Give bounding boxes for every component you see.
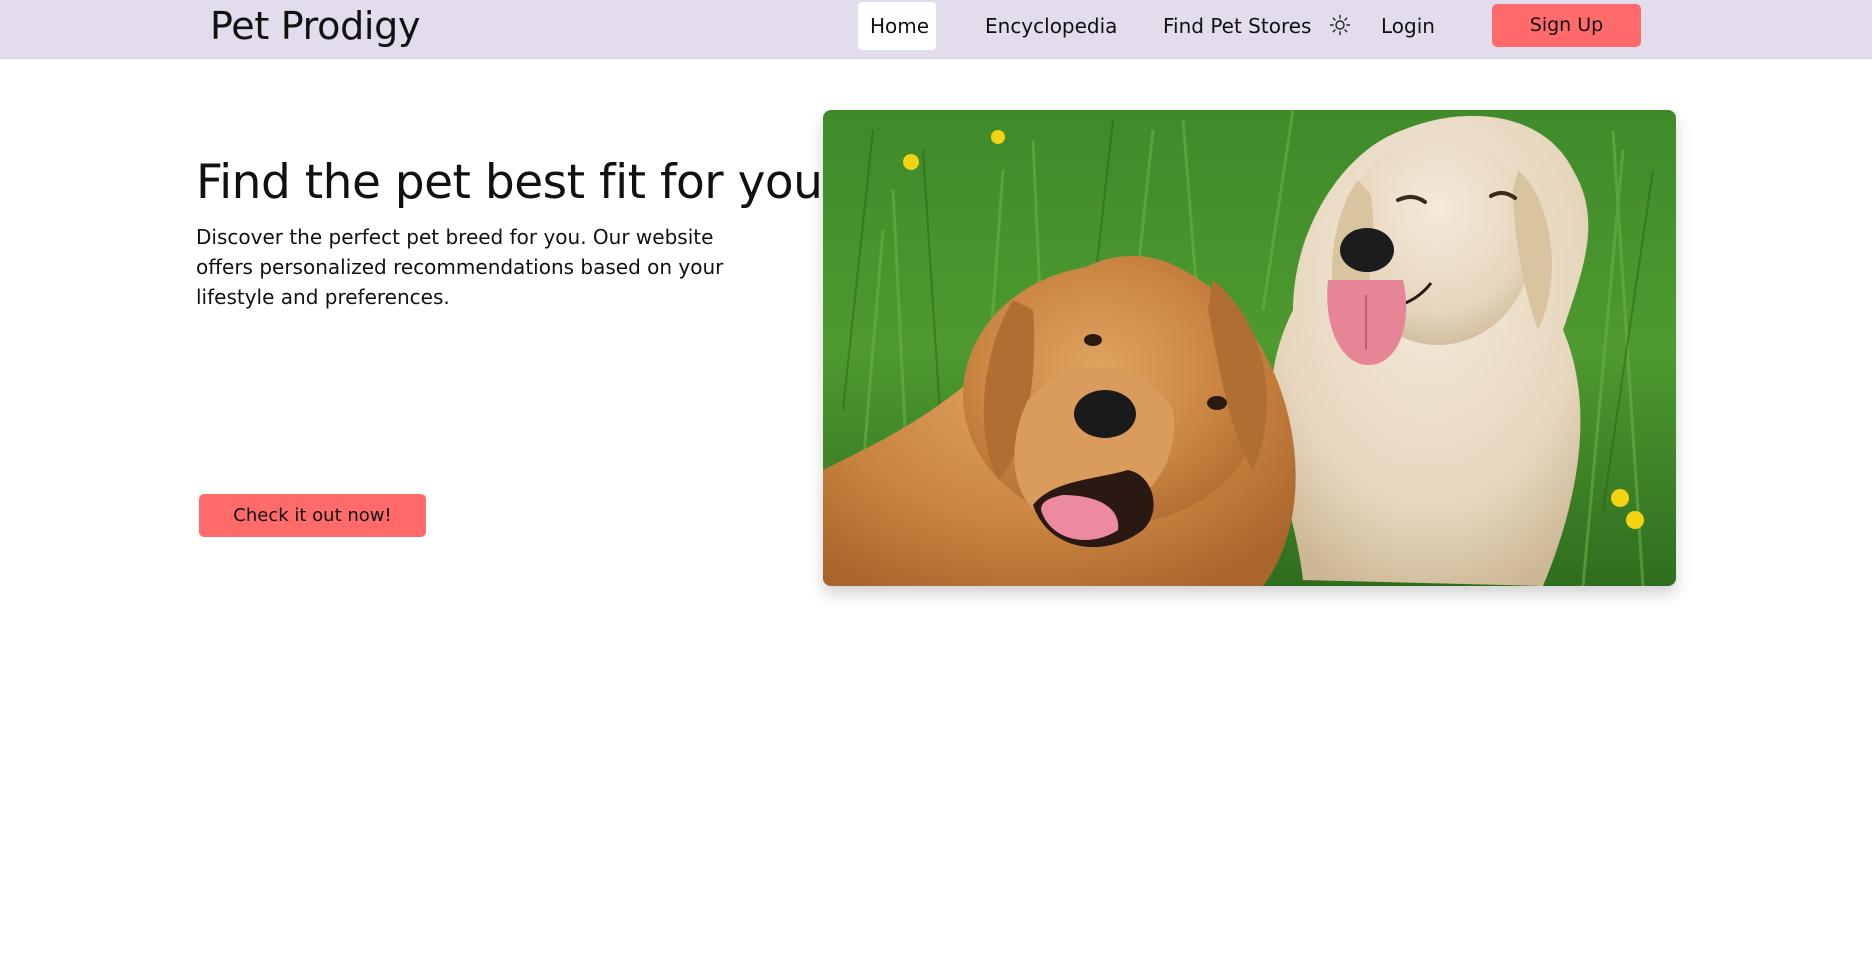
top-navbar: Pet Prodigy Home Encyclopedia Find Pet S… [0,0,1872,59]
signup-button[interactable]: Sign Up [1492,4,1641,47]
nav-encyclopedia-link[interactable]: Encyclopedia [973,2,1129,50]
nav-login-link[interactable]: Login [1369,2,1447,50]
hero-dogs-photo [823,110,1676,586]
sun-icon[interactable] [1329,14,1351,36]
hero-title: Find the pet best fit for you [196,155,823,210]
check-it-out-button[interactable]: Check it out now! [199,494,426,537]
nav-find-pet-stores-link[interactable]: Find Pet Stores [1151,2,1323,50]
hero-description: Discover the perfect pet breed for you. … [196,225,724,309]
nav-home-link[interactable]: Home [858,2,936,50]
brand-logo[interactable]: Pet Prodigy [210,4,421,48]
